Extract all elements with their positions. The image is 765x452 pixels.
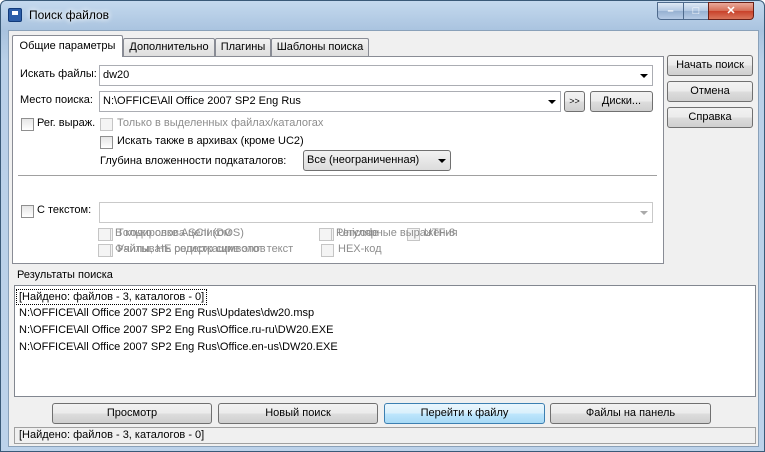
ascii-checkbox[interactable] (98, 228, 111, 241)
chevron-down-icon[interactable] (544, 92, 560, 111)
disks-button[interactable]: Диски... (590, 91, 653, 112)
goto-file-button[interactable]: Перейти к файлу (384, 403, 545, 424)
start-search-button[interactable]: Начать поиск (667, 55, 753, 76)
floppy-disk-icon (8, 8, 22, 22)
list-item[interactable]: N:\OFFICE\All Office 2007 SP2 Eng Rus\Up… (17, 306, 316, 320)
regex-text-label: Регулярные выражения (336, 227, 458, 239)
tab-search-templates[interactable]: Шаблоны поиска (271, 38, 369, 56)
tab-advanced[interactable]: Дополнительно (123, 38, 215, 56)
search-archives-checkbox[interactable] (100, 136, 113, 149)
regex-label: Рег. выраж. (37, 117, 96, 129)
chevron-down-icon[interactable] (636, 66, 652, 85)
files-to-panel-button[interactable]: Файлы на панель (550, 403, 711, 424)
results-list[interactable]: [Найдено: файлов - 3, каталогов - 0] N:\… (14, 285, 756, 397)
new-search-button[interactable]: Новый поиск (218, 403, 378, 424)
maximize-icon: □ (692, 5, 700, 17)
list-item[interactable]: N:\OFFICE\All Office 2007 SP2 Eng Rus\Of… (17, 323, 335, 337)
search-files-window: Поиск файлов – □ ✕ Общие параметры Допол… (0, 0, 765, 452)
with-text-label: С текстом: (37, 204, 92, 216)
not-containing-label: Файлы, НЕ содержащие этот текст (115, 243, 294, 255)
list-item[interactable]: [Найдено: файлов - 3, каталогов - 0] (16, 289, 208, 305)
depth-select[interactable]: Все (неограниченная) (303, 150, 451, 171)
close-button[interactable]: ✕ (708, 2, 754, 20)
help-button[interactable]: Справка (667, 107, 753, 128)
minimize-icon: – (667, 5, 674, 17)
with-text-checkbox[interactable] (21, 205, 34, 218)
view-button[interactable]: Просмотр (52, 403, 212, 424)
tab-general[interactable]: Общие параметры (12, 35, 123, 57)
list-item[interactable]: N:\OFFICE\All Office 2007 SP2 Eng Rus\Of… (17, 340, 340, 354)
hex-label: HEX-код (338, 243, 382, 255)
search-archives-label: Искать также в архивах (кроме UC2) (117, 135, 304, 147)
ascii-label: В кодировке ASCII (DOS) (115, 227, 244, 239)
browse-button[interactable]: >> (564, 91, 585, 112)
location-value: N:\OFFICE\All Office 2007 SP2 Eng Rus (103, 95, 301, 107)
close-icon: ✕ (726, 5, 736, 17)
location-label: Место поиска: (20, 94, 93, 106)
window-title: Поиск файлов (29, 8, 110, 22)
only-selected-checkbox[interactable] (100, 118, 113, 131)
divider (18, 175, 657, 177)
title-bar[interactable]: Поиск файлов – □ ✕ (1, 1, 764, 29)
not-containing-checkbox[interactable] (98, 244, 111, 257)
depth-label: Глубина вложенности подкаталогов: (100, 155, 287, 167)
chevron-down-icon[interactable] (434, 151, 450, 170)
location-input[interactable]: N:\OFFICE\All Office 2007 SP2 Eng Rus (99, 91, 561, 112)
search-files-value: dw20 (103, 69, 130, 81)
cancel-button[interactable]: Отмена (667, 81, 753, 102)
minimize-button[interactable]: – (657, 2, 684, 20)
maximize-button[interactable]: □ (683, 2, 709, 20)
tab-plugins[interactable]: Плагины (215, 38, 271, 56)
only-selected-label: Только в выделенных файлах/каталогах (117, 117, 324, 129)
search-files-label: Искать файлы: (20, 68, 97, 80)
regex-checkbox[interactable] (21, 118, 34, 131)
status-bar: [Найдено: файлов - 3, каталогов - 0] (14, 427, 756, 444)
regex-text-checkbox[interactable] (319, 228, 332, 241)
depth-value: Все (неограниченная) (307, 154, 420, 166)
hex-checkbox[interactable] (321, 244, 334, 257)
with-text-input[interactable] (99, 202, 653, 223)
chevron-down-icon[interactable] (636, 203, 652, 222)
search-files-input[interactable]: dw20 (99, 65, 653, 86)
results-group-label: Результаты поиска (17, 269, 113, 281)
